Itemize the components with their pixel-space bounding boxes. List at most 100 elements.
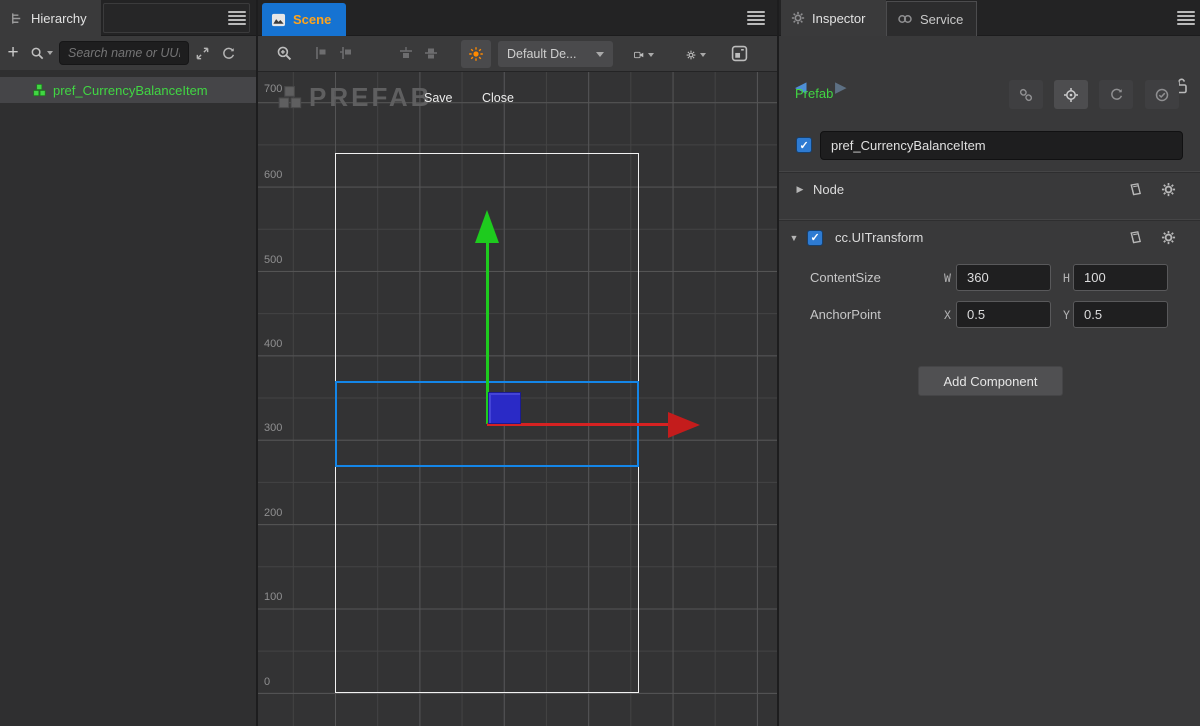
inspector-tab-label: Inspector (812, 11, 865, 26)
hierarchy-toolbar: + (0, 36, 256, 70)
service-link-icon (897, 13, 913, 25)
ruler-label: 300 (264, 422, 282, 434)
prefab-cubes-icon (32, 83, 47, 98)
content-size-row: ContentSize W H (779, 264, 1200, 292)
tab-scene[interactable]: Scene (262, 3, 346, 36)
locate-icon (1063, 87, 1079, 103)
content-size-w-input[interactable] (956, 264, 1051, 291)
prefab-row: Prefab (779, 80, 1200, 110)
reset-icon (1109, 87, 1124, 102)
create-node-button[interactable]: + (0, 38, 26, 68)
ruler-label: 100 (264, 591, 282, 603)
anchor-point-row: AnchorPoint X Y (779, 301, 1200, 329)
inspector-menu-icon[interactable] (1177, 11, 1195, 24)
prefab-apply-button[interactable] (1145, 80, 1179, 109)
refresh-icon[interactable] (221, 46, 247, 61)
hierarchy-menu-icon[interactable] (228, 11, 246, 24)
zoom-icon[interactable] (276, 45, 296, 63)
search-input[interactable] (59, 41, 189, 65)
hierarchy-tree-icon (9, 11, 24, 26)
scene-toolbar: Default De... (258, 36, 777, 72)
node-docs-book-icon[interactable] (1128, 182, 1143, 197)
prefab-mode-watermark: PREFAB (276, 82, 432, 113)
scene-tab-label: Scene (293, 12, 331, 27)
prefab-close-button[interactable]: Close (482, 91, 514, 105)
gizmo-xy-plane-handle[interactable] (488, 392, 521, 424)
hierarchy-item-prefab-root[interactable]: pref_CurrencyBalanceItem (0, 77, 256, 103)
hierarchy-tree: pref_CurrencyBalanceItem (0, 70, 256, 726)
tab-service[interactable]: Service (886, 1, 977, 36)
prefab-unlink-button[interactable] (1009, 80, 1043, 109)
camera-settings-button[interactable] (634, 46, 654, 64)
inspector-body: ◀ ▶ Prefab (779, 36, 1200, 726)
uitransform-enabled-checkbox[interactable] (807, 230, 823, 246)
expand-collapse-icon[interactable] (195, 46, 221, 61)
tab-hierarchy[interactable]: Hierarchy (0, 0, 101, 36)
ruler-label: 200 (264, 507, 282, 519)
gear-icon (686, 47, 696, 63)
content-size-label: ContentSize (810, 270, 881, 285)
add-component-button[interactable]: Add Component (918, 366, 1063, 396)
display-mode-caret-icon (596, 52, 604, 57)
align-middle-v-icon[interactable] (423, 45, 443, 63)
scene-tabbar: Scene (258, 0, 777, 36)
node-name-input[interactable] (820, 131, 1183, 160)
search-icon (30, 46, 45, 61)
uitransform-collapse-arrow-icon[interactable]: ▼ (787, 233, 801, 243)
node-settings-gear-icon[interactable] (1161, 182, 1176, 197)
scene-panel: Scene Default De... (258, 0, 777, 726)
prefab-label: Prefab (795, 86, 833, 101)
node-collapse-arrow-icon[interactable]: ▶ (793, 184, 807, 195)
display-mode-value: Default De... (507, 47, 576, 61)
scene-viewport[interactable]: 700 600 500 400 300 200 100 0 PREFAB Sav… (258, 72, 777, 726)
uitransform-docs-book-icon[interactable] (1128, 230, 1143, 245)
gizmo-light-toggle[interactable] (461, 40, 491, 68)
prefab-cubes-watermark-icon (276, 84, 304, 112)
node-section-header[interactable]: ▶ Node (779, 172, 1200, 206)
anchor-point-x-input[interactable] (956, 301, 1051, 328)
anchor-point-y-input[interactable] (1073, 301, 1168, 328)
scene-gizmo-settings-button[interactable] (686, 46, 706, 64)
unlink-icon (1018, 87, 1034, 103)
gizmo-x-axis-arrowhead[interactable] (668, 412, 700, 438)
uitransform-section-header[interactable]: ▼ cc.UITransform (779, 220, 1200, 254)
y-label: Y (1063, 308, 1070, 322)
search-filter-button[interactable] (26, 46, 59, 61)
hierarchy-panel: Hierarchy + (0, 0, 258, 726)
align-top-icon[interactable] (398, 45, 418, 63)
prefab-locate-button[interactable] (1054, 80, 1088, 109)
uitransform-settings-gear-icon[interactable] (1161, 230, 1176, 245)
hierarchy-item-label: pref_CurrencyBalanceItem (53, 83, 208, 98)
scene-menu-icon[interactable] (747, 11, 765, 24)
tab-inspector[interactable]: Inspector (781, 0, 886, 36)
x-label: X (944, 308, 951, 322)
ruler-label: 600 (264, 169, 282, 181)
service-tab-label: Service (920, 12, 963, 27)
align-left-icon[interactable] (313, 45, 333, 63)
anchor-point-label: AnchorPoint (810, 307, 881, 322)
prefab-watermark-label: PREFAB (309, 82, 432, 113)
ruler-label: 500 (264, 254, 282, 266)
align-center-h-icon[interactable] (338, 45, 358, 63)
prefab-reset-button[interactable] (1099, 80, 1133, 109)
editor-window: Hierarchy + (0, 0, 1200, 726)
layout-window-icon[interactable] (731, 45, 751, 63)
inspector-panel: Inspector Service ◀ ▶ Prefab (777, 0, 1200, 726)
uitransform-section-label: cc.UITransform (835, 230, 923, 245)
prefab-save-button[interactable]: Save (424, 91, 453, 105)
node-name-row (779, 131, 1200, 160)
gizmo-y-axis-arrowhead[interactable] (475, 210, 499, 243)
content-size-h-input[interactable] (1073, 264, 1168, 291)
hierarchy-tab-label: Hierarchy (31, 11, 87, 26)
node-section-label: Node (813, 182, 844, 197)
inspector-tabbar: Inspector Service (779, 0, 1200, 36)
w-label: W (944, 271, 951, 285)
node-active-checkbox[interactable] (796, 137, 812, 153)
ruler-label: 400 (264, 338, 282, 350)
ruler-label: 0 (264, 676, 270, 688)
inspector-gear-icon (791, 11, 805, 25)
h-label: H (1063, 271, 1070, 285)
camera-icon (634, 48, 644, 62)
display-mode-select[interactable]: Default De... (498, 41, 613, 67)
hierarchy-tabbar: Hierarchy (0, 0, 256, 36)
